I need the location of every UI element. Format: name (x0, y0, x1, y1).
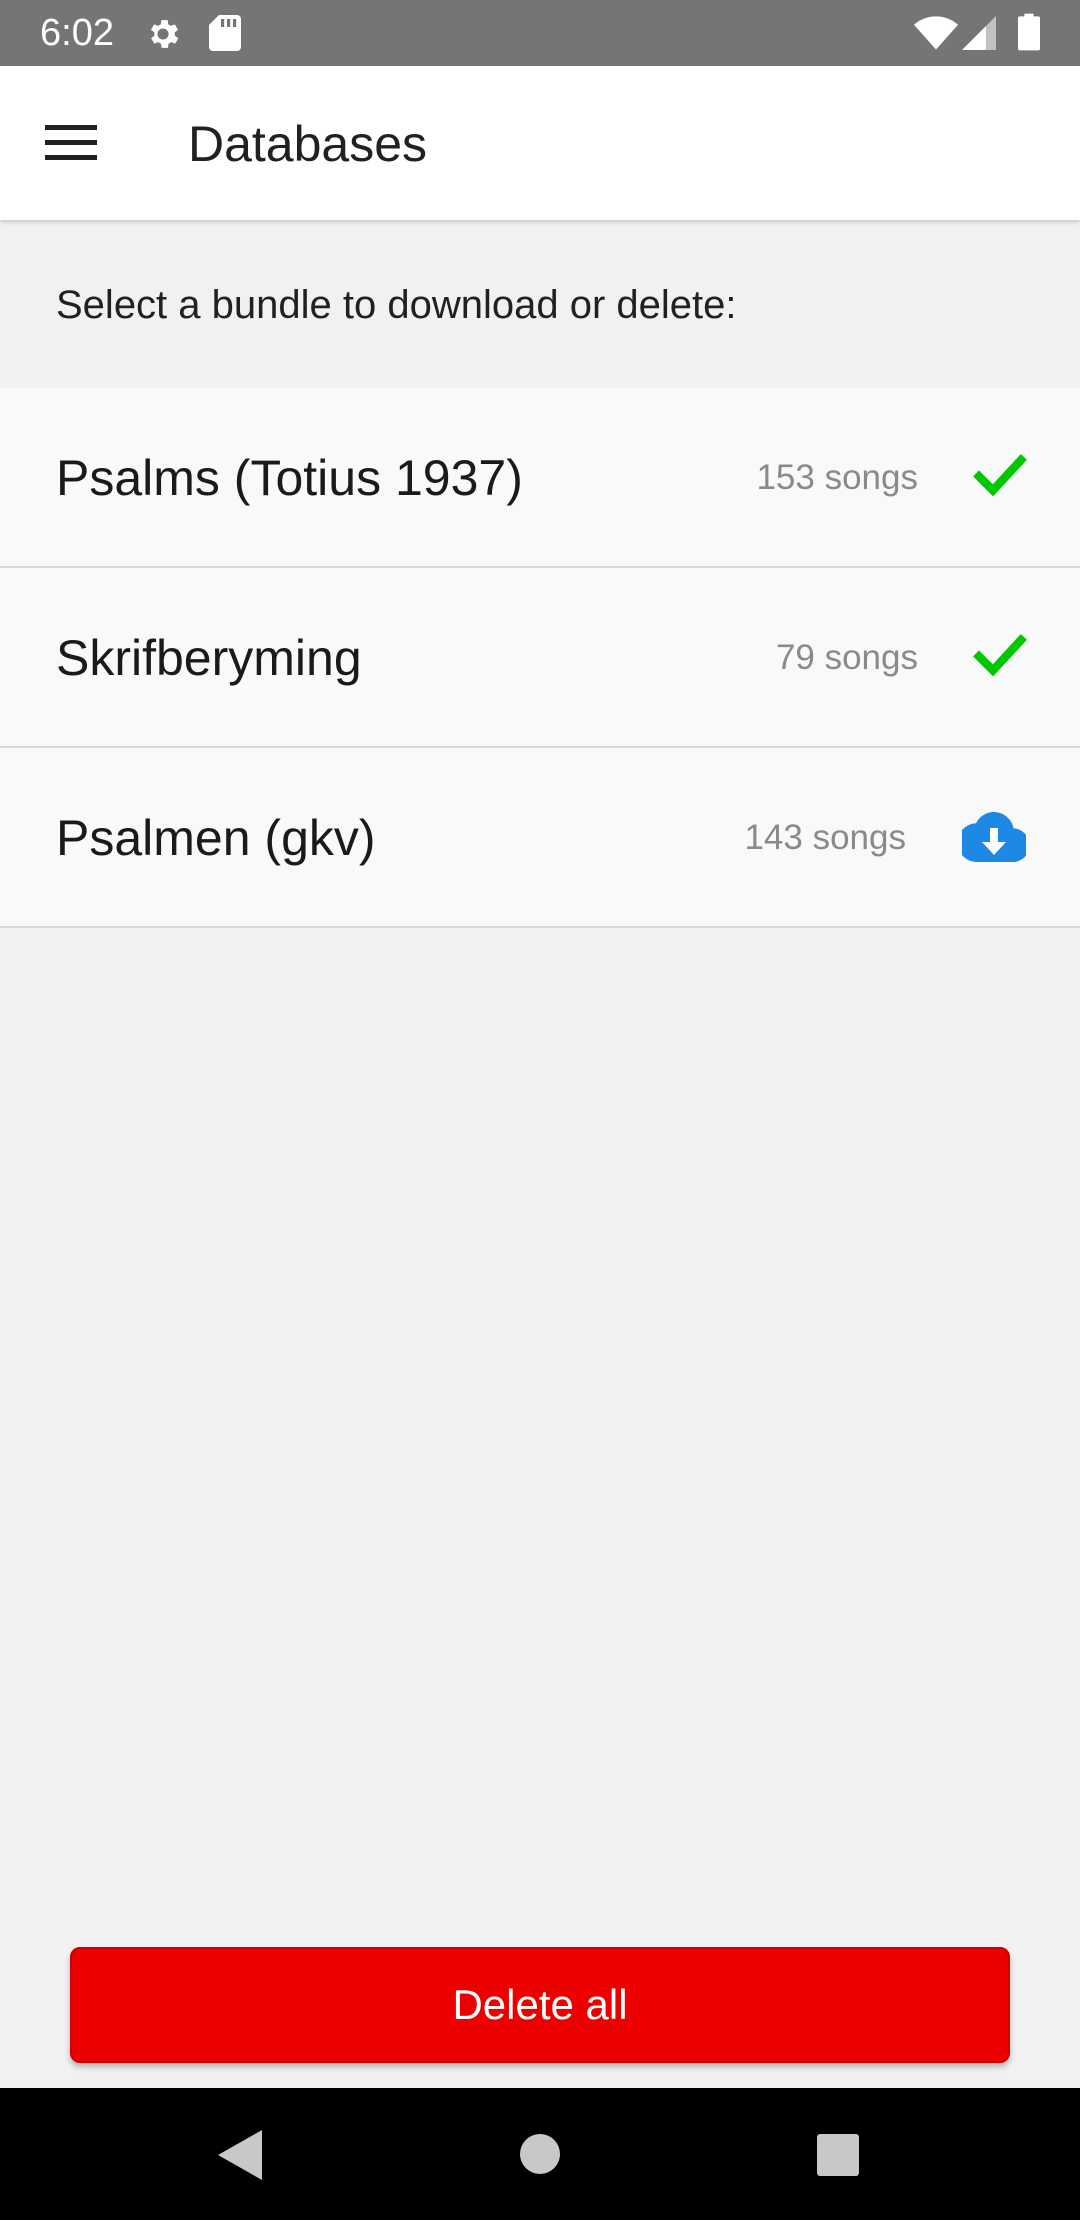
app-bar: Databases (0, 66, 1080, 220)
cloud-download-icon (962, 812, 1026, 862)
hamburger-menu-icon (45, 125, 97, 160)
gear-icon (150, 20, 179, 48)
bundle-song-count: 153 songs (756, 458, 918, 497)
screen: 6:02 Databases Select a bundle to downlo… (0, 0, 1080, 2220)
bundle-name: Skrifberyming (56, 630, 362, 686)
bundle-name: Psalms (Totius 1937) (56, 450, 523, 506)
instruction-text: Select a bundle to download or delete: (56, 283, 737, 327)
bundle-name: Psalmen (gkv) (56, 810, 376, 866)
bundle-item-skrifberyming[interactable]: Skrifberyming 79 songs (0, 568, 1080, 748)
wifi-icon (914, 16, 958, 50)
battery-icon (1018, 13, 1040, 51)
check-icon (973, 634, 1027, 677)
signal-icon (962, 16, 996, 50)
delete-all-button[interactable]: Delete all (70, 1947, 1010, 2063)
bundle-song-count: 79 songs (775, 638, 918, 677)
back-icon[interactable] (218, 2130, 262, 2180)
home-icon[interactable] (520, 2134, 560, 2174)
sd-card-icon (209, 15, 241, 51)
status-bar: 6:02 (0, 0, 1080, 66)
bundle-item-psalms-totius[interactable]: Psalms (Totius 1937) 153 songs (0, 388, 1080, 568)
navigation-bar (0, 2088, 1080, 2220)
bundle-list: Psalms (Totius 1937) 153 songs Skrifbery… (0, 388, 1080, 928)
page-title: Databases (188, 116, 428, 172)
bundle-item-psalmen-gkv[interactable]: Psalmen (gkv) 143 songs (0, 748, 1080, 928)
status-time: 6:02 (40, 12, 114, 54)
menu-button[interactable] (28, 103, 114, 183)
check-icon (973, 454, 1027, 497)
recents-icon[interactable] (817, 2134, 859, 2176)
bundle-song-count: 143 songs (744, 818, 906, 857)
